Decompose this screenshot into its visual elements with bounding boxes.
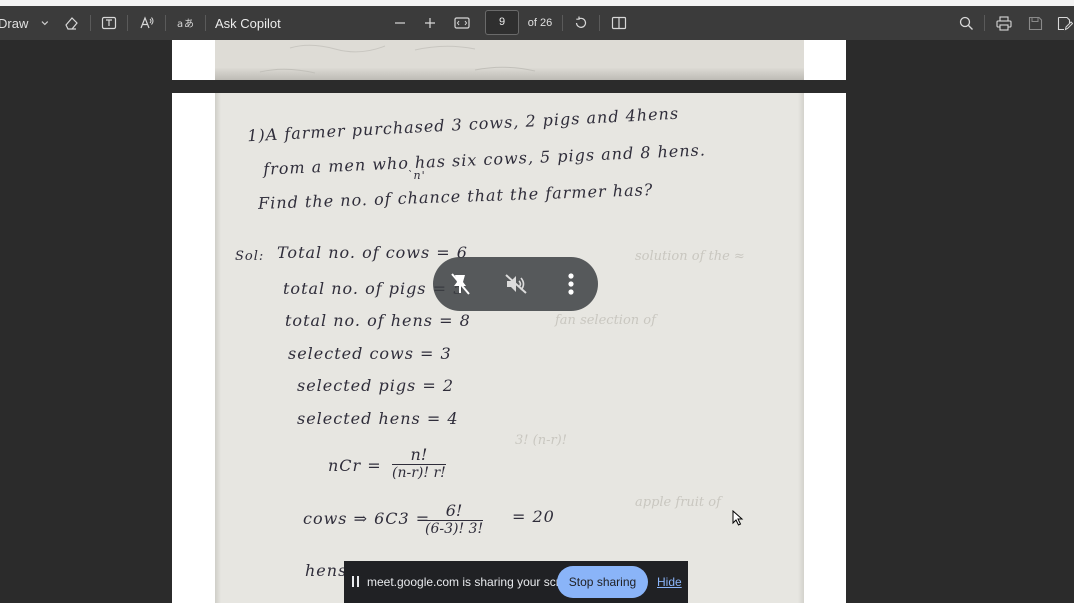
volume-off-icon: [505, 274, 527, 294]
page-view-button[interactable]: [608, 6, 630, 40]
search-icon: [959, 16, 973, 30]
solution-label: Sol:: [235, 249, 265, 264]
unpin-button[interactable]: [445, 257, 475, 311]
problem-line-2: from a men who has six cows, 5 pigs and …: [262, 140, 707, 179]
zoom-in-button[interactable]: [419, 6, 441, 40]
document-viewer[interactable]: solution of the ≈ fan selection of apple…: [0, 40, 1074, 603]
print-icon: [996, 15, 1012, 31]
current-page: solution of the ≈ fan selection of apple…: [172, 93, 846, 603]
bleed-through-text: solution of the ≈: [635, 249, 745, 264]
meet-video-controls: [433, 257, 598, 311]
fit-to-page-icon: [454, 17, 470, 29]
search-button[interactable]: [955, 6, 977, 40]
save-button[interactable]: [1024, 6, 1046, 40]
text-box-button[interactable]: [97, 6, 121, 40]
toolbar-divider: [984, 15, 985, 31]
pause-icon: [352, 576, 359, 587]
selected-cows-line: selected cows = 3: [288, 344, 452, 363]
stop-sharing-button[interactable]: Stop sharing: [557, 566, 648, 598]
n-mark: `n': [407, 169, 426, 182]
page-total: of 26: [527, 6, 553, 40]
ncr-label: nCr =: [328, 456, 382, 475]
page-number-input[interactable]: 9: [485, 10, 519, 35]
more-vertical-icon: [568, 273, 574, 295]
save-icon: [1028, 16, 1042, 30]
fit-page-button[interactable]: [451, 6, 473, 40]
page-view-icon: [611, 16, 627, 30]
translate-button[interactable]: aあ: [173, 6, 197, 40]
photo-edge: [798, 93, 804, 603]
rotate-button[interactable]: [570, 6, 592, 40]
cows-combination-label: cows ⇒ 6C3 =: [303, 509, 431, 528]
share-message: meet.google.com is sharing your screen.: [367, 575, 584, 589]
previous-page-photo: [215, 40, 804, 80]
pdf-toolbar: Draw aあ Ask Copilot 9 of 26: [0, 6, 1074, 40]
bleed-through-text: 3! (n-r)!: [515, 433, 567, 448]
ncr-denominator: (n-r)! r!: [392, 465, 446, 481]
photo-edge: [215, 93, 221, 603]
eraser-button[interactable]: [59, 6, 83, 40]
read-aloud-icon: [140, 16, 154, 29]
toolbar-divider: [127, 15, 128, 31]
zoom-out-button[interactable]: [389, 6, 411, 40]
cows-denominator: (6-3)! 3!: [425, 521, 484, 537]
toolbar-divider: [599, 15, 600, 31]
ncr-numerator: n!: [392, 445, 446, 465]
total-hens-line: total no. of hens = 8: [285, 311, 471, 330]
page-total-label: of 26: [527, 17, 553, 29]
cows-numerator: 6!: [425, 501, 484, 521]
bleed-through-text: apple fruit of: [635, 495, 721, 510]
ncr-fraction: n! (n-r)! r!: [392, 445, 446, 481]
mute-button[interactable]: [501, 257, 531, 311]
faint-handwriting: [259, 44, 536, 74]
translate-icon: aあ: [177, 18, 194, 30]
page-number: 9: [498, 16, 506, 28]
draw-label: Draw: [0, 15, 29, 31]
save-as-icon: [1057, 16, 1073, 30]
toolbar-divider: [165, 15, 166, 31]
bleed-through-text: fan selection of: [555, 313, 656, 328]
hens-label: hens: [305, 561, 348, 580]
problem-line-3: Find the no. of chance that the farmer h…: [257, 180, 654, 213]
rotate-icon: [575, 16, 587, 28]
pin-off-icon: [451, 273, 470, 295]
draw-tool-button[interactable]: Draw: [0, 6, 50, 40]
previous-page: [172, 40, 846, 80]
chevron-down-icon: [41, 21, 49, 26]
save-as-button[interactable]: [1054, 6, 1074, 40]
minus-icon: [395, 22, 405, 24]
toolbar-divider: [562, 15, 563, 31]
print-button[interactable]: [993, 6, 1015, 40]
cows-fraction: 6! (6-3)! 3!: [425, 501, 484, 537]
plus-icon: [425, 18, 435, 28]
cows-result: = 20: [512, 507, 555, 526]
toolbar-divider: [205, 15, 206, 31]
notebook-photo: solution of the ≈ fan selection of apple…: [215, 93, 804, 603]
selected-hens-line: selected hens = 4: [297, 409, 459, 428]
text-box-icon: [101, 16, 117, 30]
mouse-cursor-icon: [732, 510, 744, 526]
hide-link[interactable]: Hide: [657, 561, 682, 603]
ask-copilot-button[interactable]: Ask Copilot: [215, 6, 285, 40]
screen-share-bar: meet.google.com is sharing your screen. …: [344, 561, 688, 603]
selected-pigs-line: selected pigs = 2: [297, 376, 455, 395]
problem-line-1: 1)A farmer purchased 3 cows, 2 pigs and …: [246, 103, 680, 146]
svg-text:あ: あ: [184, 18, 194, 30]
eraser-icon: [65, 17, 78, 30]
toolbar-divider: [90, 15, 91, 31]
svg-text:a: a: [177, 19, 183, 30]
ask-copilot-label: Ask Copilot: [215, 15, 281, 31]
more-options-button[interactable]: [559, 257, 583, 311]
total-cows-line: Total no. of cows = 6: [277, 243, 468, 262]
read-aloud-button[interactable]: [135, 6, 159, 40]
